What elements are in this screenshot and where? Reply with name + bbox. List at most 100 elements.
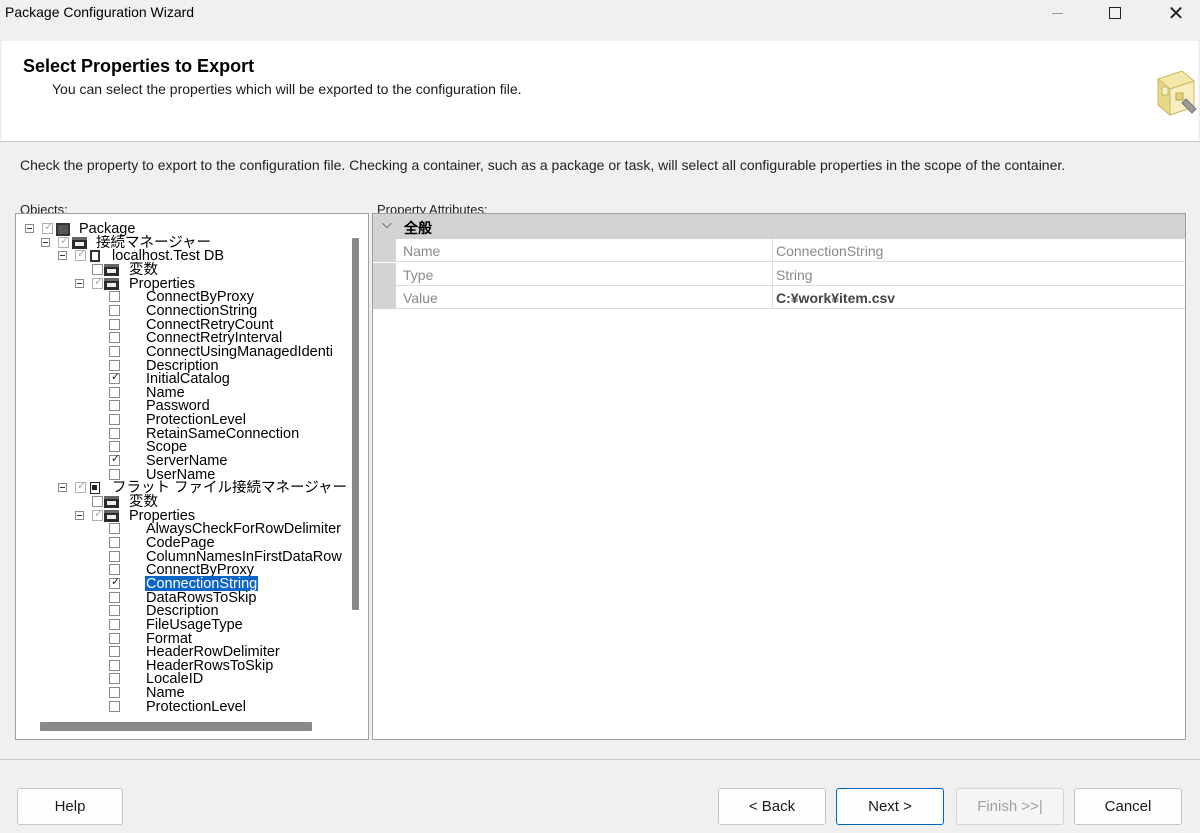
- connection-icon: [90, 250, 100, 263]
- page-subtitle: You can select the properties which will…: [52, 81, 522, 97]
- tree-checkbox[interactable]: [109, 345, 120, 357]
- tree-checkbox[interactable]: [109, 386, 120, 398]
- horizontal-scrollbar[interactable]: [40, 722, 312, 731]
- file-icon: [90, 482, 100, 495]
- tree-node[interactable]: ProtectionLevel: [16, 699, 346, 714]
- objects-tree[interactable]: ✓ Package ✓ 接続マネージャー ✓ localhost.Test DB 変数 ✓ Pr…: [16, 214, 346, 714]
- tree-checkbox[interactable]: [109, 468, 120, 480]
- maximize-icon: [1109, 7, 1121, 19]
- tree-checkbox[interactable]: [109, 359, 120, 371]
- property-value: C:¥work¥item.csv: [776, 290, 896, 306]
- tree-checkbox[interactable]: ✓: [92, 507, 103, 521]
- footer-divider: [0, 759, 1200, 760]
- collapse-icon[interactable]: [58, 251, 67, 261]
- tree-checkbox[interactable]: [92, 263, 103, 275]
- property-value: ConnectionString: [776, 243, 884, 259]
- tree-node-label[interactable]: ProtectionLevel: [145, 699, 247, 714]
- help-button[interactable]: Help: [17, 788, 123, 825]
- objects-tree-panel[interactable]: ✓ Package ✓ 接続マネージャー ✓ localhost.Test DB 変数 ✓ Pr…: [15, 213, 369, 740]
- property-value: String: [776, 267, 813, 283]
- tree-checkbox[interactable]: [109, 550, 120, 562]
- column-divider: [772, 239, 773, 262]
- instruction-text: Check the property to export to the conf…: [20, 157, 1066, 173]
- folder-icon: [104, 277, 119, 290]
- tree-checkbox[interactable]: [109, 441, 120, 453]
- checkmark-icon: ✓: [44, 220, 54, 233]
- tree-checkbox[interactable]: [109, 523, 120, 535]
- tree-checkbox[interactable]: ✓: [109, 452, 121, 467]
- tree-checkbox[interactable]: [109, 605, 120, 617]
- property-row-type[interactable]: Type String: [373, 263, 1185, 286]
- tree-checkbox[interactable]: [109, 618, 120, 630]
- checkmark-icon: ✓: [77, 479, 87, 493]
- collapse-icon[interactable]: [25, 224, 34, 233]
- collapse-icon[interactable]: [75, 510, 84, 520]
- collapse-icon[interactable]: [58, 483, 67, 493]
- tree-checkbox[interactable]: ✓: [75, 247, 86, 262]
- tree-checkbox[interactable]: ✓: [58, 233, 70, 248]
- tree-checkbox[interactable]: [109, 591, 120, 603]
- objects-label: Objects:: [20, 203, 68, 213]
- tree-checkbox[interactable]: [109, 700, 120, 712]
- tree-checkbox[interactable]: [109, 427, 120, 439]
- maximize-button[interactable]: [1092, 0, 1138, 26]
- tree-checkbox[interactable]: [109, 291, 120, 303]
- chevron-down-icon[interactable]: ⌵: [382, 217, 392, 232]
- property-name: Value: [403, 290, 438, 306]
- tree-node[interactable]: ✓ localhost.Test DB: [16, 247, 346, 264]
- collapse-icon[interactable]: [41, 237, 50, 247]
- tree-checkbox[interactable]: [109, 318, 120, 330]
- tree-checkbox[interactable]: [109, 564, 120, 576]
- category-label: 全般: [404, 221, 432, 237]
- checkmark-icon: ✓: [94, 274, 104, 288]
- tree-checkbox[interactable]: [92, 496, 103, 507]
- checkmark-icon: ✓: [111, 574, 121, 588]
- collapse-icon[interactable]: [75, 278, 84, 288]
- property-name: Type: [403, 267, 434, 283]
- tree-checkbox[interactable]: [109, 673, 120, 685]
- tree-checkbox[interactable]: ✓: [109, 370, 121, 385]
- wizard-header: Select Properties to Export You can sele…: [2, 41, 1198, 141]
- next-button[interactable]: Next >: [836, 788, 944, 825]
- back-button[interactable]: < Back: [718, 788, 826, 825]
- tree-checkbox[interactable]: ✓: [42, 220, 54, 234]
- tree-checkbox[interactable]: [109, 400, 120, 412]
- tree-checkbox[interactable]: [109, 304, 120, 316]
- tree-checkbox[interactable]: ✓: [92, 274, 104, 289]
- property-name: Name: [403, 243, 441, 259]
- tree-node[interactable]: ✓ フラット ファイル接続マネージャー: [16, 479, 346, 496]
- property-grid[interactable]: ⌵ 全般 Name ConnectionString Type String V…: [372, 213, 1186, 740]
- tree-checkbox[interactable]: ✓: [109, 574, 121, 589]
- folder-icon: [104, 496, 119, 508]
- close-button[interactable]: ✕: [1153, 0, 1199, 26]
- title-bar: Package Configuration Wizard ✕: [0, 0, 1200, 26]
- tree-checkbox[interactable]: [109, 414, 120, 426]
- folder-icon: [104, 263, 119, 276]
- cancel-button[interactable]: Cancel: [1074, 788, 1182, 825]
- tree-checkbox[interactable]: [109, 632, 120, 644]
- property-attributes-label: Property Attributes:: [377, 203, 488, 213]
- window-title: Package Configuration Wizard: [5, 4, 195, 20]
- wizard-logo-icon: [1156, 70, 1197, 117]
- folder-icon: [104, 509, 119, 522]
- finish-button[interactable]: Finish >>|: [956, 788, 1064, 825]
- tree-checkbox[interactable]: ✓: [75, 479, 87, 494]
- tree-checkbox[interactable]: [109, 646, 120, 658]
- property-row-value[interactable]: Value C:¥work¥item.csv: [373, 286, 1185, 309]
- tree-checkbox[interactable]: [109, 536, 120, 548]
- tree-checkbox[interactable]: [109, 332, 120, 344]
- column-divider: [772, 263, 773, 286]
- property-row-name[interactable]: Name ConnectionString: [373, 239, 1185, 262]
- minimize-button[interactable]: [1034, 0, 1080, 26]
- checkmark-icon: ✓: [111, 370, 121, 384]
- close-icon: ✕: [1167, 1, 1185, 25]
- row-gutter: [373, 239, 396, 262]
- row-gutter: [373, 263, 396, 286]
- tree-checkbox[interactable]: [109, 659, 120, 671]
- checkmark-icon: ✓: [111, 452, 121, 466]
- tree-checkbox[interactable]: [109, 687, 120, 699]
- checkmark-icon: ✓: [60, 233, 70, 247]
- vertical-scrollbar[interactable]: [352, 238, 359, 610]
- category-row[interactable]: ⌵ 全般: [373, 214, 1185, 239]
- page-title: Select Properties to Export: [23, 56, 255, 76]
